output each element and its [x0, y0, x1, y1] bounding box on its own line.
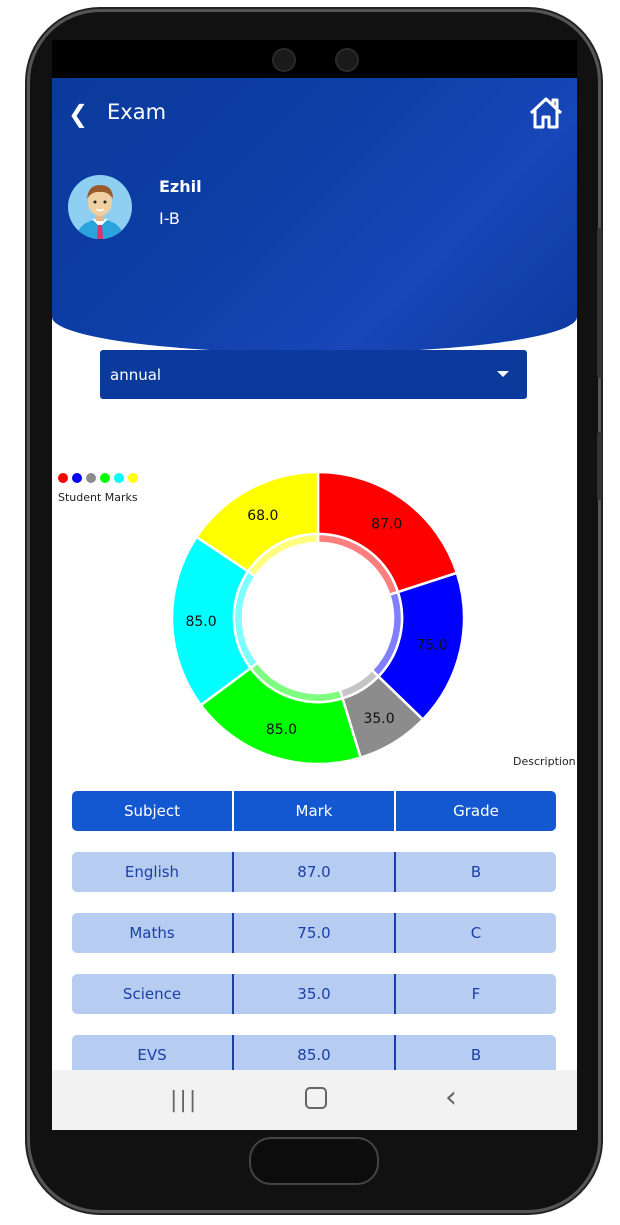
slice-label: 85.0 — [185, 614, 216, 630]
student-name: Ezhil — [159, 177, 202, 196]
back-nav-icon[interactable]: ‹ — [445, 1080, 457, 1115]
slice-label: 87.0 — [371, 516, 402, 532]
cell-subject: EVS — [137, 1046, 167, 1064]
cell-mark: 85.0 — [232, 1035, 394, 1075]
home-icon[interactable] — [528, 96, 564, 130]
avatar — [68, 175, 132, 239]
table-row: Maths 75.0 C — [72, 913, 556, 953]
student-class: I-B — [159, 209, 180, 228]
sensor-icon — [272, 48, 296, 72]
app-screen: ❮ Exam Ezhil I-B annual Student Marks 87… — [52, 40, 577, 1130]
home-nav-icon[interactable] — [305, 1087, 327, 1109]
cell-subject: Science — [122, 985, 182, 1003]
table-header: Subject Mark Grade — [72, 791, 556, 831]
cell-mark: 75.0 — [232, 913, 394, 953]
table-row: EVS 85.0 B — [72, 1035, 556, 1075]
cell-grade: B — [394, 1035, 556, 1075]
chevron-left-icon[interactable]: ❮ — [68, 100, 88, 128]
table-row: English 87.0 B — [72, 852, 556, 892]
marks-donut-chart: 87.0 75.0 35.0 85.0 85.0 68.0 — [170, 470, 466, 766]
cell-subject: Maths — [129, 924, 175, 942]
cell-grade: C — [394, 913, 556, 953]
volume-button — [597, 228, 602, 378]
cell-grade: B — [394, 852, 556, 892]
camera-icon — [335, 48, 359, 72]
header-grade: Grade — [394, 791, 556, 831]
header-mark: Mark — [232, 791, 394, 831]
cell-mark: 87.0 — [232, 852, 394, 892]
status-bar — [52, 40, 577, 78]
recents-icon[interactable]: ||| — [170, 1088, 198, 1113]
cell-grade: F — [394, 974, 556, 1014]
header-subject: Subject — [123, 802, 181, 820]
cell-subject: English — [124, 863, 180, 881]
slice-label: 35.0 — [363, 711, 394, 727]
header: ❮ Exam Ezhil I-B — [52, 78, 577, 353]
power-button — [597, 432, 602, 500]
cell-mark: 35.0 — [232, 974, 394, 1014]
chart-description: Description — [513, 755, 576, 768]
caret-down-icon — [497, 371, 509, 377]
hardware-home-button — [249, 1137, 379, 1185]
page-title: Exam — [107, 100, 167, 124]
slice-label: 85.0 — [266, 722, 297, 738]
exam-select-value: annual — [110, 366, 162, 384]
slice-label: 68.0 — [247, 508, 278, 524]
system-nav-bar: ||| ‹ — [52, 1070, 577, 1130]
table-row: Science 35.0 F — [72, 974, 556, 1014]
slice-label: 75.0 — [416, 637, 447, 653]
exam-select[interactable]: annual — [100, 350, 527, 399]
